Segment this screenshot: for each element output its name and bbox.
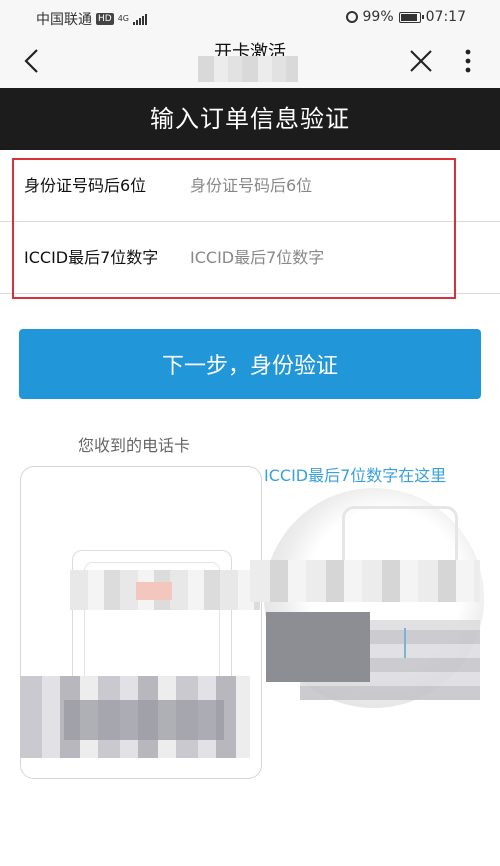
blurred-region <box>266 612 370 682</box>
more-vertical-icon[interactable] <box>458 46 478 76</box>
id-last6-input[interactable] <box>190 168 470 202</box>
status-bar: 中国联通 HD 4G 99% 07:17 <box>0 0 500 34</box>
next-step-button[interactable]: 下一步，身份验证 <box>19 329 481 399</box>
blurred-subtitle <box>198 56 298 82</box>
battery-percent: 99% <box>362 9 394 25</box>
iccid-location-hint: ICCID最后7位数字在这里 <box>264 466 447 485</box>
alarm-icon <box>345 11 358 23</box>
card-caption: 您收到的电话卡 <box>78 436 191 455</box>
hd-badge: HD <box>96 13 114 25</box>
battery-icon <box>398 11 424 23</box>
pointer-line <box>404 628 406 658</box>
blurred-region <box>250 560 480 602</box>
iccid-last7-input[interactable] <box>190 240 470 274</box>
close-icon[interactable] <box>406 46 436 76</box>
clock: 07:17 <box>425 9 466 25</box>
nav-bar: 开卡激活 <box>0 34 500 88</box>
carrier-name: 中国联通 <box>36 12 92 28</box>
status-right: 99% 07:17 <box>345 9 466 25</box>
id-last6-row: 身份证号码后6位 <box>0 150 500 222</box>
blurred-region <box>70 570 260 610</box>
order-verify-form: 身份证号码后6位 ICCID最后7位数字 <box>0 150 500 294</box>
blurred-region <box>64 700 224 740</box>
battery-fill <box>400 13 418 21</box>
signal-icon <box>133 13 147 25</box>
network-type: 4G <box>117 14 129 23</box>
status-left: 中国联通 HD 4G <box>36 9 147 29</box>
header-banner: 输入订单信息验证 <box>0 88 500 150</box>
iccid-last7-row: ICCID最后7位数字 <box>0 222 500 294</box>
iccid-last7-label: ICCID最后7位数字 <box>24 248 159 267</box>
id-last6-label: 身份证号码后6位 <box>24 176 147 195</box>
